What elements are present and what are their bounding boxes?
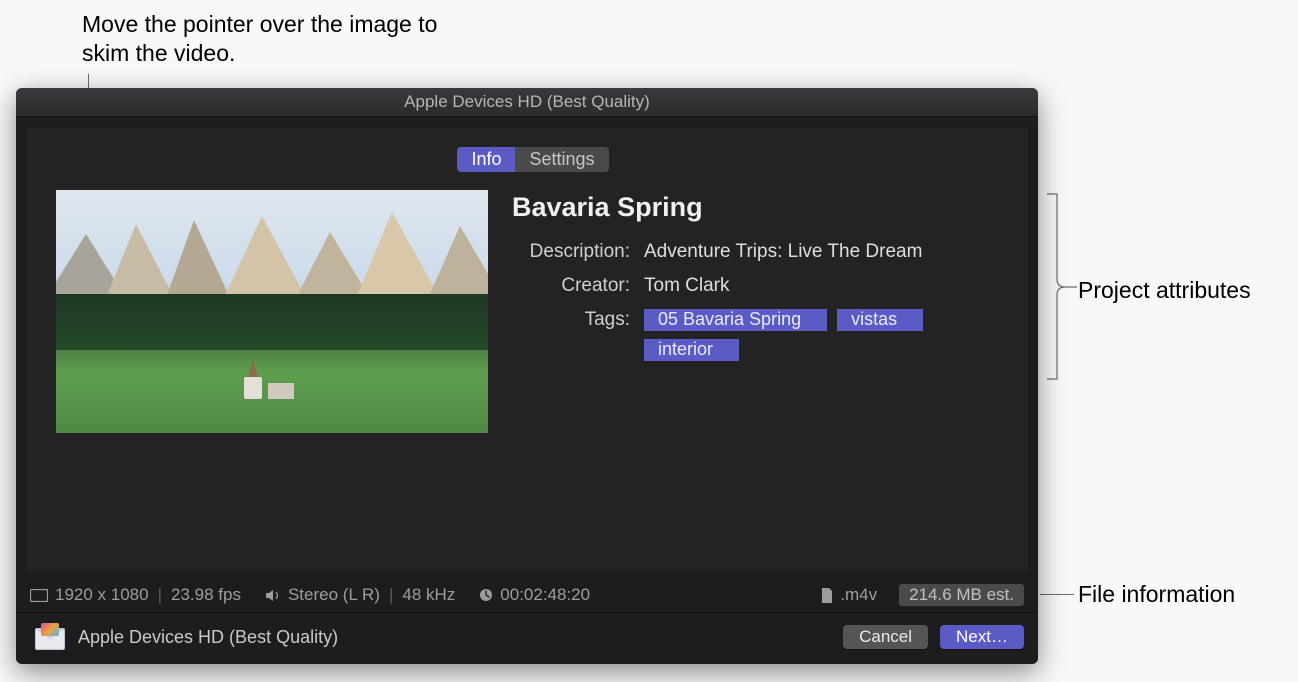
audio-icon [265, 589, 281, 602]
dialog-content: Info Settings Bavaria Spring Description… [26, 127, 1028, 571]
share-destination-icon [32, 623, 66, 651]
main-row: Bavaria Spring Description: Adventure Tr… [56, 190, 1010, 433]
next-button[interactable]: Next… [940, 625, 1024, 649]
field-tags: Tags: 05 Bavaria Spring vistas interior [512, 309, 1010, 361]
project-title: Bavaria Spring [512, 192, 1010, 223]
window-titlebar: Apple Devices HD (Best Quality) [16, 88, 1038, 117]
callout-skim: Move the pointer over the image to skim … [82, 10, 442, 68]
clock-icon [479, 588, 493, 602]
callout-skim-text: Move the pointer over the image to skim … [82, 11, 437, 66]
callout-bracket [1046, 193, 1078, 387]
tag-item[interactable]: interior [644, 339, 739, 361]
label-tags: Tags: [512, 309, 630, 361]
samplerate-value: 48 kHz [402, 585, 455, 605]
cancel-button[interactable]: Cancel [843, 625, 928, 649]
dialog-footer: Apple Devices HD (Best Quality) Cancel N… [16, 612, 1038, 663]
duration-value: 00:02:48:20 [500, 585, 590, 605]
audio-value: Stereo (L R) [288, 585, 380, 605]
video-thumbnail[interactable] [56, 190, 488, 433]
creator-value[interactable]: Tom Clark [644, 275, 1010, 297]
callout-project-attributes: Project attributes [1078, 276, 1278, 305]
project-attributes: Bavaria Spring Description: Adventure Tr… [512, 190, 1010, 433]
share-destination-title: Apple Devices HD (Best Quality) [78, 627, 338, 648]
tag-item[interactable]: vistas [837, 309, 923, 331]
label-description: Description: [512, 241, 630, 263]
callout-project-attributes-text: Project attributes [1078, 277, 1251, 303]
separator: | [158, 585, 162, 605]
callout-file-information: File information [1078, 580, 1298, 609]
field-creator: Creator: Tom Clark [512, 275, 1010, 297]
separator: | [389, 585, 393, 605]
field-description: Description: Adventure Trips: Live The D… [512, 241, 1010, 263]
tag-item[interactable]: 05 Bavaria Spring [644, 309, 827, 331]
callout-file-information-text: File information [1078, 581, 1235, 607]
dimensions-icon [30, 589, 48, 602]
window-title: Apple Devices HD (Best Quality) [404, 92, 650, 112]
tab-info[interactable]: Info [457, 147, 515, 172]
callout-fileinfo-line [1040, 594, 1074, 595]
fps-value: 23.98 fps [171, 585, 241, 605]
description-value[interactable]: Adventure Trips: Live The Dream [644, 241, 1010, 263]
export-dialog: Apple Devices HD (Best Quality) Info Set… [16, 88, 1038, 664]
dimensions-value: 1920 x 1080 [55, 585, 149, 605]
tab-bar: Info Settings [457, 147, 608, 172]
tab-settings[interactable]: Settings [515, 147, 608, 172]
file-icon [821, 588, 833, 603]
file-info-bar: 1920 x 1080 | 23.98 fps Stereo (L R) | 4… [16, 581, 1038, 612]
file-size: 214.6 MB est. [899, 584, 1024, 606]
file-ext: .m4v [840, 585, 877, 605]
label-creator: Creator: [512, 275, 630, 297]
tags-container[interactable]: 05 Bavaria Spring vistas interior [644, 309, 1010, 361]
